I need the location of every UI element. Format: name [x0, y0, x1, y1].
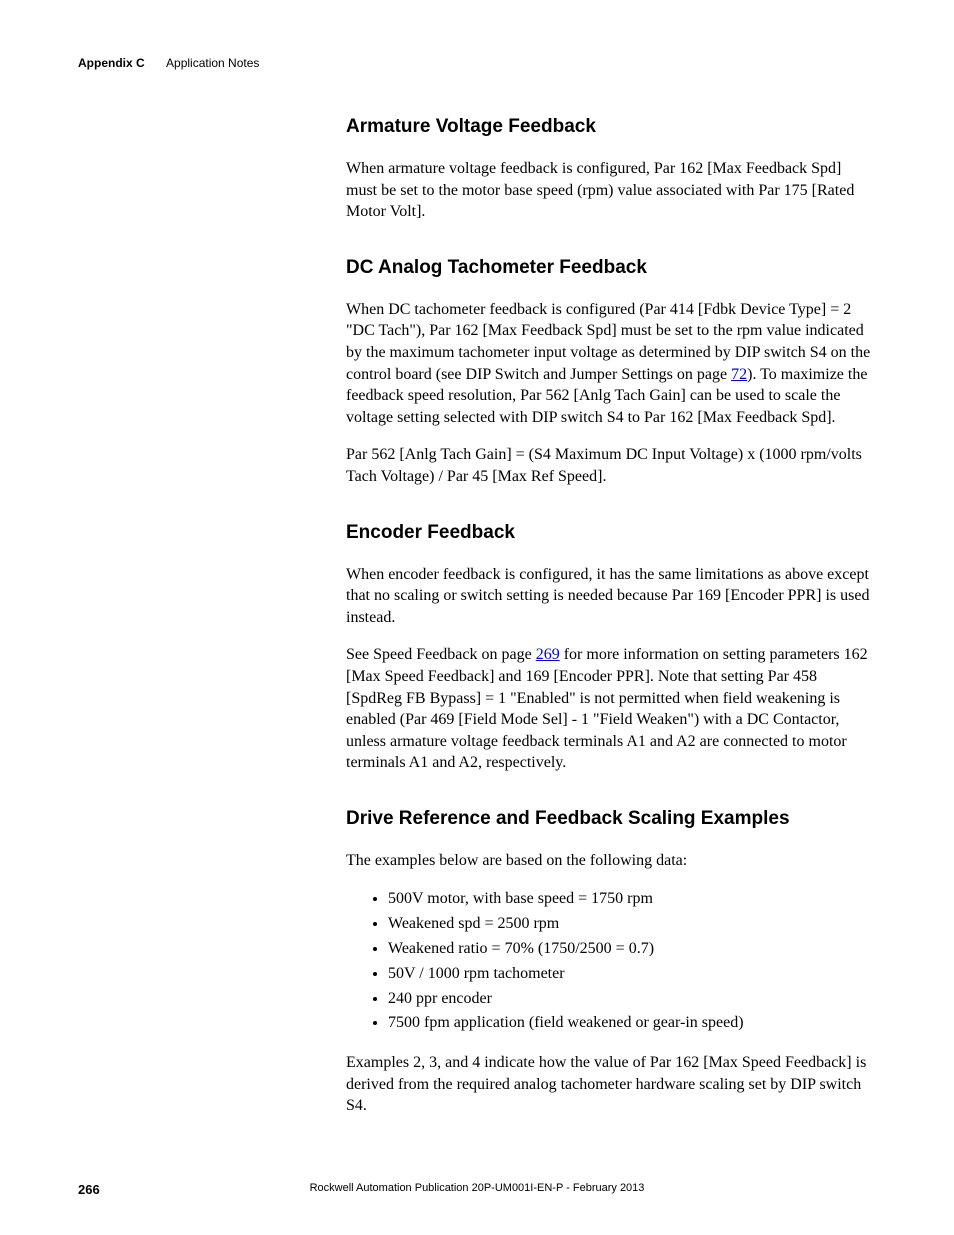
example-data-list: 500V motor, with base speed = 1750 rpm W… [346, 887, 876, 1036]
running-header: Appendix C Application Notes [78, 56, 876, 70]
page-footer: 266 Rockwell Automation Publication 20P-… [78, 1181, 876, 1199]
paragraph: See Speed Feedback on page 269 for more … [346, 644, 876, 774]
page-number: 266 [78, 1182, 100, 1197]
paragraph: The examples below are based on the foll… [346, 850, 876, 872]
paragraph: When encoder feedback is configured, it … [346, 564, 876, 629]
heading-examples: Drive Reference and Feedback Scaling Exa… [346, 808, 876, 830]
heading-armature: Armature Voltage Feedback [346, 116, 876, 138]
section-armature-voltage-feedback: Armature Voltage Feedback When armature … [346, 116, 876, 223]
list-item: 50V / 1000 rpm tachometer [388, 962, 876, 987]
paragraph: Par 562 [Anlg Tach Gain] = (S4 Maximum D… [346, 444, 876, 487]
main-content: Armature Voltage Feedback When armature … [346, 116, 876, 1117]
page: Appendix C Application Notes Armature Vo… [0, 0, 954, 1235]
text-run: See Speed Feedback on page [346, 646, 536, 663]
heading-dctach: DC Analog Tachometer Feedback [346, 257, 876, 279]
list-item: 7500 fpm application (field weakened or … [388, 1011, 876, 1036]
section-drive-reference-examples: Drive Reference and Feedback Scaling Exa… [346, 808, 876, 1117]
appendix-label: Appendix C [78, 56, 145, 70]
text-run: for more information on setting paramete… [346, 646, 868, 771]
page-link-72[interactable]: 72 [731, 366, 747, 383]
appendix-title: Application Notes [166, 56, 259, 70]
section-dc-analog-tachometer-feedback: DC Analog Tachometer Feedback When DC ta… [346, 257, 876, 488]
list-item: 240 ppr encoder [388, 987, 876, 1012]
list-item: Weakened ratio = 70% (1750/2500 = 0.7) [388, 937, 876, 962]
paragraph: When DC tachometer feedback is configure… [346, 299, 876, 429]
paragraph: Examples 2, 3, and 4 indicate how the va… [346, 1052, 876, 1117]
paragraph: When armature voltage feedback is config… [346, 158, 876, 223]
heading-encoder: Encoder Feedback [346, 522, 876, 544]
page-link-269[interactable]: 269 [536, 646, 560, 663]
list-item: 500V motor, with base speed = 1750 rpm [388, 887, 876, 912]
list-item: Weakened spd = 2500 rpm [388, 912, 876, 937]
section-encoder-feedback: Encoder Feedback When encoder feedback i… [346, 522, 876, 774]
publication-info: Rockwell Automation Publication 20P-UM00… [310, 1182, 645, 1194]
